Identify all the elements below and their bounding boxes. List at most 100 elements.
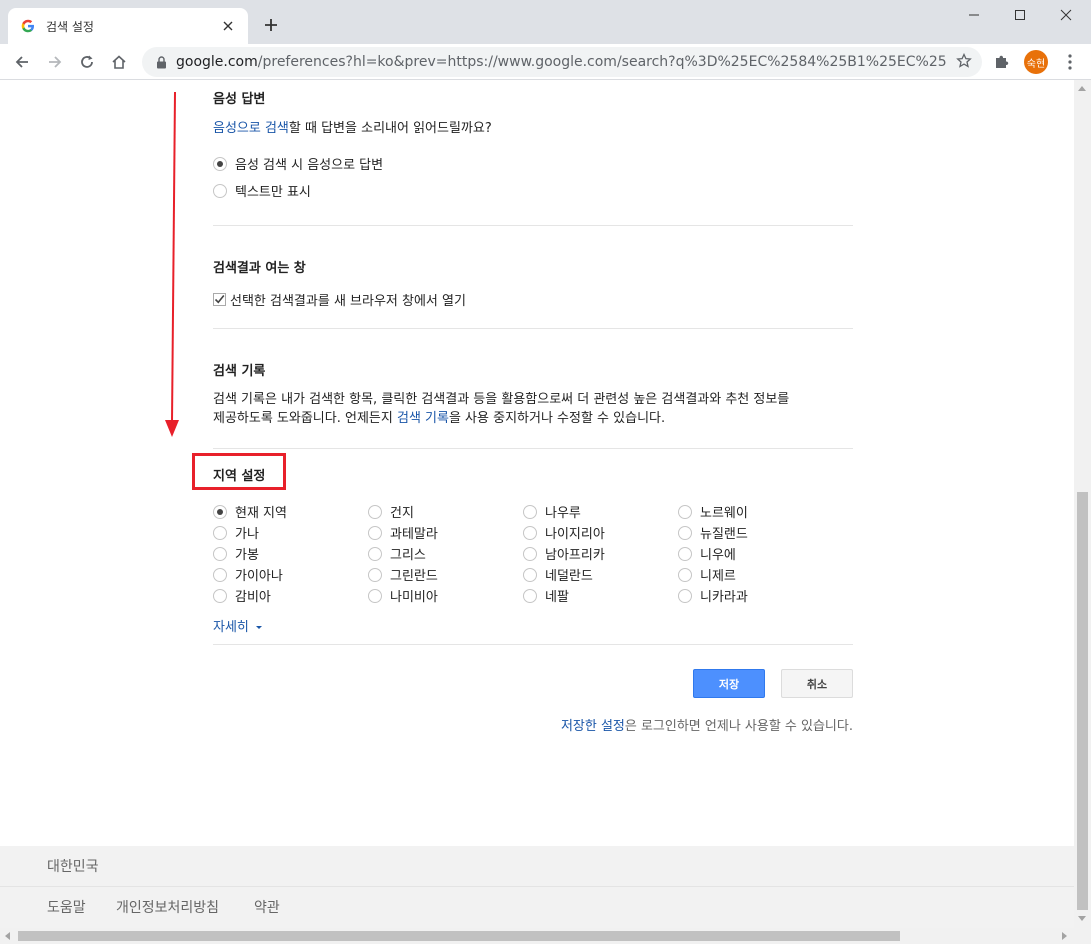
radio-button[interactable] — [678, 588, 692, 603]
region-option[interactable]: 나우루 — [523, 501, 605, 522]
scroll-up-arrow-icon[interactable] — [1078, 86, 1086, 91]
radio-button[interactable] — [523, 546, 537, 561]
extensions-puzzle-icon[interactable] — [993, 52, 1011, 74]
radio-button[interactable] — [523, 588, 537, 603]
region-option[interactable]: 그린란드 — [368, 564, 438, 585]
region-option[interactable]: 네덜란드 — [523, 564, 605, 585]
voice-option-text[interactable]: 텍스트만 표시 — [213, 181, 311, 200]
region-option[interactable]: 가이아나 — [213, 564, 287, 585]
radio-button[interactable] — [678, 504, 692, 519]
region-option[interactable]: 니우에 — [678, 543, 748, 564]
search-history-link[interactable]: 검색 기록 — [397, 411, 449, 426]
history-section-title: 검색 기록 — [213, 364, 266, 379]
saved-settings-link[interactable]: 저장한 설정 — [561, 719, 625, 734]
minimize-button[interactable] — [951, 0, 997, 30]
scroll-left-arrow-icon[interactable] — [5, 932, 10, 940]
radio-button[interactable] — [368, 546, 382, 561]
region-column: 건지 과테말라 그리스 그린란드 나미비아 — [368, 501, 438, 606]
forward-button[interactable] — [41, 48, 69, 76]
region-column: 나우루 나이지리아 남아프리카 네덜란드 네팔 — [523, 501, 605, 606]
radio-button[interactable] — [368, 504, 382, 519]
maximize-button[interactable] — [997, 0, 1043, 30]
new-tab-button[interactable] — [260, 14, 282, 36]
close-window-button[interactable] — [1043, 0, 1089, 30]
annotation-arrow — [165, 92, 179, 437]
new-window-checkbox-row[interactable]: 선택한 검색결과를 새 브라우저 창에서 열기 — [213, 290, 466, 309]
radio-button[interactable] — [213, 183, 227, 198]
horizontal-scrollbar[interactable] — [0, 928, 1091, 944]
radio-button[interactable] — [678, 567, 692, 582]
new-window-checkbox[interactable] — [213, 293, 226, 306]
tab-settings[interactable]: 검색 설정 — [8, 8, 248, 44]
radio-button[interactable] — [368, 525, 382, 540]
region-option[interactable]: 현재 지역 — [213, 501, 287, 522]
horizontal-scroll-thumb[interactable] — [18, 931, 900, 941]
radio-button[interactable] — [678, 546, 692, 561]
back-button[interactable] — [8, 48, 36, 76]
radio-button[interactable] — [213, 156, 227, 171]
section-divider — [213, 644, 853, 645]
radio-button[interactable] — [523, 567, 537, 582]
caret-down-icon — [256, 626, 263, 629]
page-content: 음성 답변 음성으로 검색할 때 답변을 소리내어 읽어드릴까요? 음성 검색 … — [0, 80, 1074, 928]
home-button[interactable] — [105, 48, 133, 76]
footer-link-terms[interactable]: 약관 — [254, 897, 280, 917]
voice-description: 음성으로 검색할 때 답변을 소리내어 읽어드릴까요? — [213, 121, 492, 136]
region-option[interactable]: 과테말라 — [368, 522, 438, 543]
radio-button[interactable] — [678, 525, 692, 540]
scroll-down-arrow-icon[interactable] — [1078, 916, 1086, 921]
voice-section-title: 음성 답변 — [213, 92, 266, 107]
more-menu-icon[interactable] — [1062, 52, 1078, 72]
radio-button[interactable] — [523, 504, 537, 519]
region-option[interactable]: 가봉 — [213, 543, 287, 564]
save-button[interactable]: 저장 — [693, 669, 765, 698]
address-bar[interactable]: google.com/preferences?hl=ko&prev=https:… — [142, 47, 982, 77]
url-text[interactable]: google.com/preferences?hl=ko&prev=https:… — [176, 54, 946, 70]
region-option[interactable]: 니제르 — [678, 564, 748, 585]
radio-button[interactable] — [213, 504, 227, 519]
region-option[interactable]: 감비아 — [213, 585, 287, 606]
region-option[interactable]: 네팔 — [523, 585, 605, 606]
section-divider — [213, 225, 853, 226]
voice-option-speak[interactable]: 음성 검색 시 음성으로 답변 — [213, 154, 383, 173]
region-option[interactable]: 뉴질랜드 — [678, 522, 748, 543]
reload-button[interactable] — [73, 48, 101, 76]
region-option[interactable]: 니카라과 — [678, 585, 748, 606]
section-divider — [213, 448, 853, 449]
lock-icon[interactable] — [146, 55, 176, 69]
radio-button[interactable] — [213, 525, 227, 540]
saved-settings-note: 저장한 설정은 로그인하면 언제나 사용할 수 있습니다. — [560, 719, 853, 734]
radio-button[interactable] — [213, 546, 227, 561]
more-regions-link[interactable]: 자세히 — [213, 616, 263, 635]
tab-title: 검색 설정 — [46, 19, 94, 34]
radio-button[interactable] — [523, 525, 537, 540]
profile-avatar[interactable]: 숙현 — [1024, 50, 1048, 74]
region-option[interactable]: 가나 — [213, 522, 287, 543]
footer-divider — [0, 886, 1074, 887]
radio-button[interactable] — [213, 588, 227, 603]
region-option[interactable]: 나이지리아 — [523, 522, 605, 543]
close-tab-icon[interactable] — [220, 18, 236, 34]
region-option[interactable]: 나미비아 — [368, 585, 438, 606]
voice-search-link[interactable]: 음성으로 검색 — [213, 121, 289, 136]
history-description: 검색 기록은 내가 검색한 항목, 클릭한 검색결과 등을 활용함으로써 더 관… — [213, 392, 790, 426]
vertical-scrollbar[interactable] — [1074, 80, 1091, 928]
region-column: 노르웨이 뉴질랜드 니우에 니제르 니카라과 — [678, 501, 748, 606]
region-option[interactable]: 그리스 — [368, 543, 438, 564]
bookmark-star-icon[interactable] — [956, 52, 972, 73]
region-option[interactable]: 건지 — [368, 501, 438, 522]
tab-strip: 검색 설정 — [0, 0, 1091, 44]
region-option[interactable]: 남아프리카 — [523, 543, 605, 564]
region-section-title: 지역 설정 — [213, 469, 266, 484]
region-column: 현재 지역 가나 가봉 가이아나 감비아 — [213, 501, 287, 606]
radio-button[interactable] — [213, 567, 227, 582]
cancel-button[interactable]: 취소 — [781, 669, 853, 698]
radio-button[interactable] — [368, 588, 382, 603]
region-option[interactable]: 노르웨이 — [678, 501, 748, 522]
vertical-scroll-thumb[interactable] — [1077, 492, 1088, 910]
scroll-right-arrow-icon[interactable] — [1062, 932, 1067, 940]
footer: 대한민국 도움말 개인정보처리방침 약관 — [0, 846, 1074, 928]
footer-link-help[interactable]: 도움말 — [47, 897, 86, 917]
footer-link-privacy[interactable]: 개인정보처리방침 — [116, 897, 219, 917]
radio-button[interactable] — [368, 567, 382, 582]
